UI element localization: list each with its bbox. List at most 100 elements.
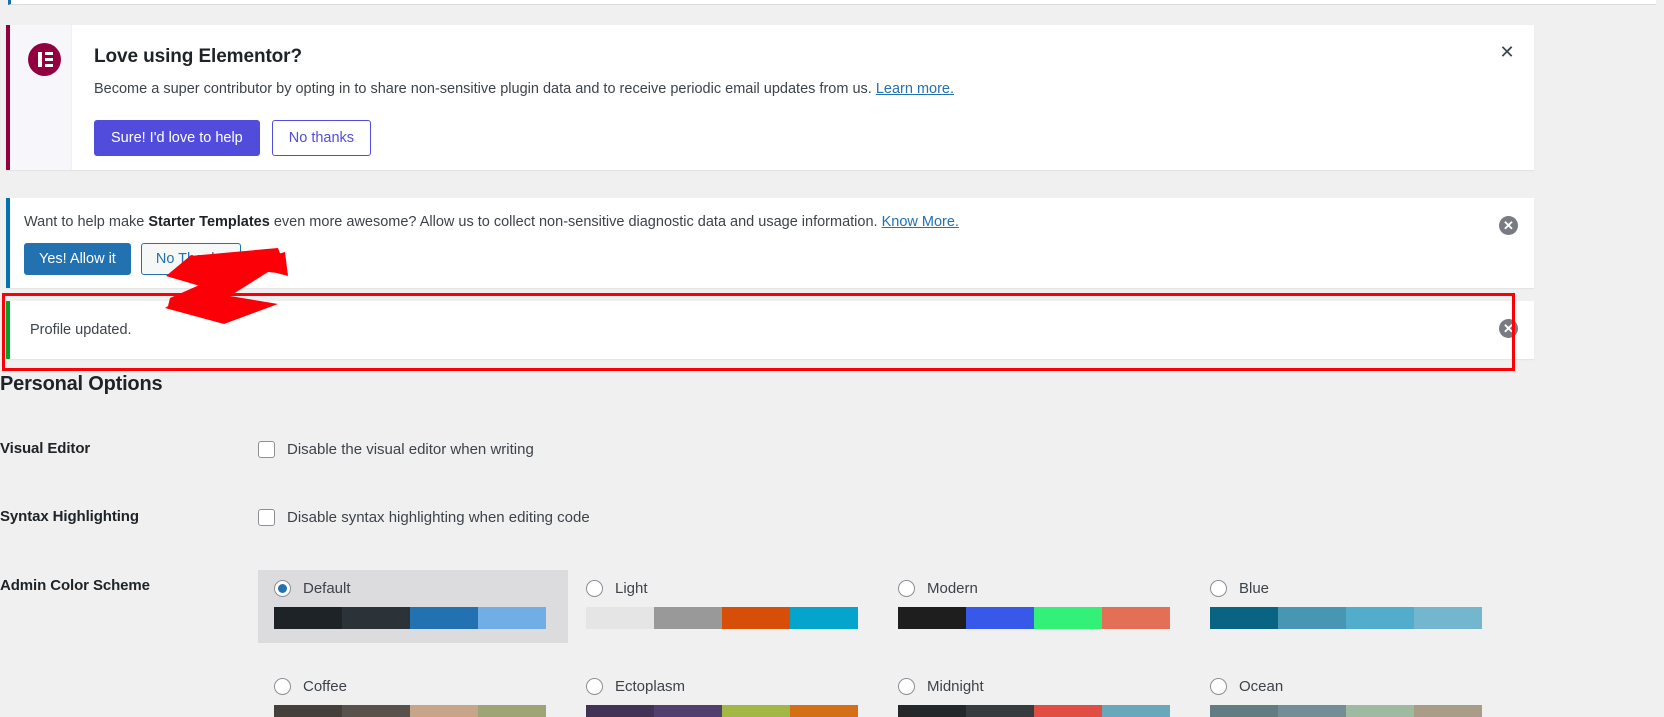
color-scheme-option-ectoplasm[interactable]: Ectoplasm (570, 668, 880, 717)
swatch-4 (1102, 705, 1170, 717)
swatch-4 (478, 607, 546, 629)
syntax-highlighting-checkbox-label[interactable]: Disable syntax highlighting when editing… (287, 509, 590, 526)
color-scheme-name-light[interactable]: Light (615, 580, 648, 597)
color-scheme-header: Midnight (898, 678, 1176, 695)
color-scheme-option-blue[interactable]: Blue (1194, 570, 1504, 643)
syntax-highlighting-checkbox[interactable] (258, 509, 275, 526)
color-scheme-inner: Modern (882, 570, 1192, 643)
color-scheme-option-ocean[interactable]: Ocean (1194, 668, 1504, 717)
color-scheme-inner: Blue (1194, 570, 1504, 643)
swatch-4 (790, 607, 858, 629)
starter-templates-actions: Yes! Allow it No Thanks (24, 243, 241, 275)
close-icon[interactable]: ✕ (1494, 39, 1520, 65)
swatch-3 (722, 607, 790, 629)
swatch-1 (586, 607, 654, 629)
color-scheme-inner: Ocean (1194, 668, 1504, 717)
color-scheme-inner: Light (570, 570, 880, 643)
elementor-notice-actions: Sure! I'd love to help No thanks (94, 120, 372, 156)
color-scheme-swatches-light (586, 607, 858, 629)
swatch-1 (1210, 705, 1278, 717)
swatch-3 (1346, 607, 1414, 629)
swatch-3 (1034, 705, 1102, 717)
top-strip (0, 0, 1664, 8)
visual-editor-checkbox[interactable] (258, 441, 275, 458)
starter-templates-allow-button[interactable]: Yes! Allow it (24, 243, 131, 275)
color-scheme-radio-blue[interactable] (1210, 580, 1227, 597)
visual-editor-field: Disable the visual editor when writing (258, 441, 534, 458)
starter-templates-know-more-link[interactable]: Know More. (882, 214, 959, 230)
swatch-1 (1210, 607, 1278, 629)
starter-templates-no-thanks-button[interactable]: No Thanks (140, 243, 241, 275)
swatch-3 (722, 705, 790, 717)
color-scheme-radio-midnight[interactable] (898, 678, 915, 695)
color-scheme-name-default[interactable]: Default (303, 580, 351, 597)
color-scheme-radio-light[interactable] (586, 580, 603, 597)
visual-editor-checkbox-label[interactable]: Disable the visual editor when writing (287, 441, 534, 458)
partial-notice-above (8, 0, 1656, 5)
color-scheme-radio-ocean[interactable] (1210, 678, 1227, 695)
swatch-4 (478, 705, 546, 717)
color-scheme-radio-default[interactable] (274, 580, 291, 597)
starter-templates-notice: Want to help make Starter Templates even… (6, 198, 1534, 288)
color-scheme-inner: Coffee (258, 668, 568, 717)
color-scheme-option-coffee[interactable]: Coffee (258, 668, 568, 717)
swatch-2 (342, 607, 410, 629)
color-scheme-option-modern[interactable]: Modern (882, 570, 1192, 643)
dismiss-circle-icon[interactable]: ✕ (1499, 319, 1518, 338)
color-scheme-name-ectoplasm[interactable]: Ectoplasm (615, 678, 685, 695)
swatch-2 (1278, 705, 1346, 717)
swatch-2 (654, 705, 722, 717)
color-scheme-inner: Midnight (882, 668, 1192, 717)
color-scheme-name-midnight[interactable]: Midnight (927, 678, 984, 695)
visual-editor-label: Visual Editor (0, 440, 91, 457)
elementor-learn-more-link[interactable]: Learn more. (876, 81, 954, 97)
st-text-after: even more awesome? Allow us to collect n… (269, 214, 882, 230)
starter-templates-notice-text: Want to help make Starter Templates even… (24, 214, 959, 230)
swatch-1 (274, 705, 342, 717)
swatch-3 (410, 705, 478, 717)
st-text-before: Want to help make (24, 214, 149, 230)
page-title: Personal Options (0, 373, 163, 395)
swatch-2 (654, 607, 722, 629)
elementor-no-thanks-button[interactable]: No thanks (271, 120, 372, 156)
swatch-2 (966, 607, 1034, 629)
elementor-notice: Love using Elementor? Become a super con… (6, 25, 1534, 170)
color-scheme-radio-modern[interactable] (898, 580, 915, 597)
color-scheme-option-default[interactable]: Default (258, 570, 568, 643)
color-scheme-swatches-modern (898, 607, 1170, 629)
color-scheme-name-coffee[interactable]: Coffee (303, 678, 347, 695)
swatch-4 (1414, 607, 1482, 629)
elementor-notice-description: Become a super contributor by opting in … (94, 81, 954, 97)
color-scheme-header: Ectoplasm (586, 678, 864, 695)
swatch-4 (1102, 607, 1170, 629)
dismiss-circle-icon[interactable]: ✕ (1499, 216, 1518, 235)
color-scheme-swatches-blue (1210, 607, 1482, 629)
admin-color-scheme-label: Admin Color Scheme (0, 577, 150, 594)
color-scheme-header: Default (274, 580, 552, 597)
color-scheme-inner: Default (258, 570, 568, 643)
profile-updated-message: Profile updated. (30, 322, 132, 338)
swatch-1 (898, 705, 966, 717)
color-scheme-header: Ocean (1210, 678, 1488, 695)
swatch-1 (586, 705, 654, 717)
color-scheme-name-modern[interactable]: Modern (927, 580, 978, 597)
profile-updated-notice: Profile updated. ✕ (6, 301, 1534, 359)
color-scheme-name-blue[interactable]: Blue (1239, 580, 1269, 597)
color-scheme-radio-coffee[interactable] (274, 678, 291, 695)
color-scheme-option-midnight[interactable]: Midnight (882, 668, 1192, 717)
st-brand-name: Starter Templates (148, 214, 270, 230)
color-scheme-swatches-default (274, 607, 546, 629)
elementor-opt-in-button[interactable]: Sure! I'd love to help (94, 120, 260, 156)
syntax-highlighting-label: Syntax Highlighting (0, 508, 139, 525)
color-scheme-name-ocean[interactable]: Ocean (1239, 678, 1283, 695)
swatch-3 (1346, 705, 1414, 717)
color-scheme-radio-ectoplasm[interactable] (586, 678, 603, 695)
color-scheme-header: Blue (1210, 580, 1488, 597)
syntax-highlighting-field: Disable syntax highlighting when editing… (258, 509, 590, 526)
swatch-1 (898, 607, 966, 629)
color-scheme-header: Light (586, 580, 864, 597)
profile-updated-notice-wrap: Profile updated. ✕ (6, 301, 1534, 359)
color-scheme-option-light[interactable]: Light (570, 570, 880, 643)
swatch-2 (966, 705, 1034, 717)
elementor-logo-icon (28, 43, 61, 76)
